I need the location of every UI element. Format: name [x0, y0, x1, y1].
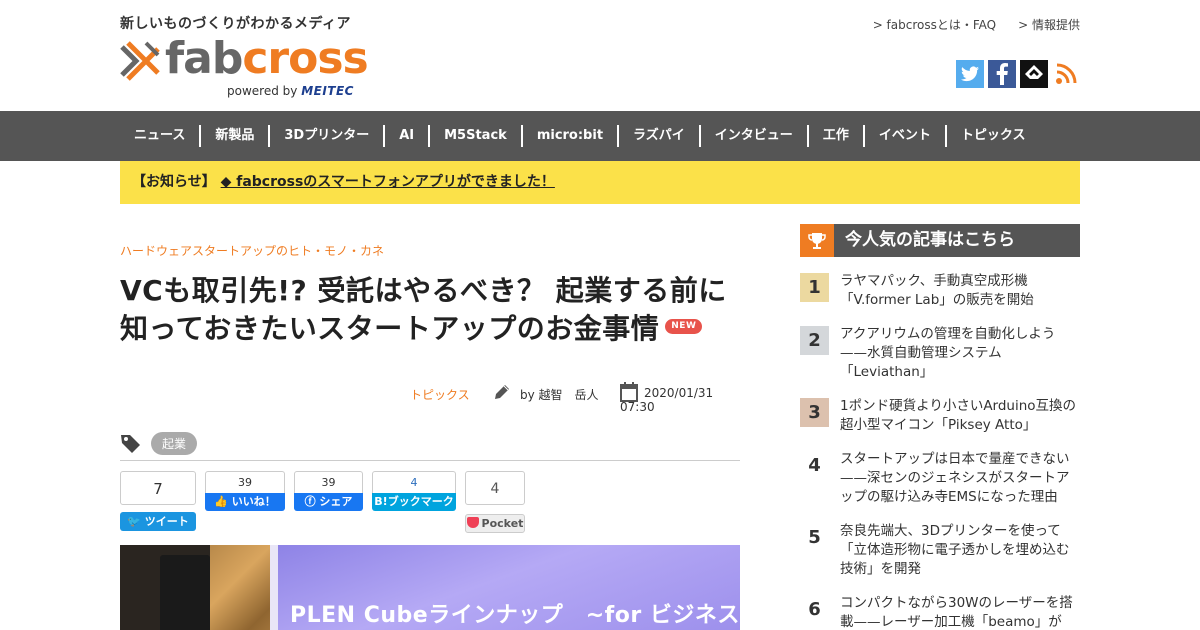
nav-item-ai[interactable]: AI [383, 125, 428, 147]
social-links [956, 60, 1080, 88]
facebook-like[interactable]: 39 👍 いいね！ [205, 471, 285, 511]
notice-prefix: 【お知らせ】 [132, 174, 216, 190]
logo-wordmark: fabcross [165, 33, 369, 84]
facebook-share[interactable]: 39 ⓕ シェア [294, 471, 363, 511]
article-date: 2020/01/31 07:30 [620, 382, 740, 414]
like-count: 39 [205, 471, 285, 493]
new-badge: NEW [665, 318, 703, 334]
top-links: > fabcrossとは・FAQ > 情報提供 [873, 16, 1080, 33]
like-button[interactable]: 👍 いいね！ [205, 493, 285, 511]
nav-item-3d-printer[interactable]: 3Dプリンター [268, 125, 383, 147]
nav-item-m5stack[interactable]: M5Stack [428, 125, 521, 147]
logo-cross-icon [120, 41, 160, 81]
ranking-title[interactable]: アクアリウムの管理を自動化しよう——水質自動管理システム「Leviathan」 [840, 325, 1080, 382]
rank-number: 5 [808, 527, 821, 548]
tweet-count: 7 [120, 471, 196, 505]
tag-pill[interactable]: 起業 [151, 432, 198, 455]
rank-number: 1 [800, 273, 829, 302]
nav-item-news[interactable]: ニュース [120, 125, 199, 147]
site-tagline: 新しいものづくりがわかるメディア [120, 16, 352, 32]
fb-share-button[interactable]: ⓕ シェア [294, 493, 363, 511]
share-buttons: 7 🐦 ツイート 39 👍 いいね！ 39 ⓕ シェア 4 B!ブックマーク 4… [120, 471, 740, 535]
pocket-button[interactable]: Pocket [465, 514, 525, 533]
hatena-count: 4 [372, 471, 456, 493]
pocket-icon [466, 517, 479, 528]
tweet-button[interactable]: 🐦 ツイート [120, 512, 196, 531]
notice-app-link[interactable]: ◆ fabcrossのスマートフォンアプリができました！ [221, 174, 555, 190]
notice-bar: 【お知らせ】 ◆ fabcrossのスマートフォンアプリができました！ [120, 161, 1080, 204]
article-title: VCも取引先!? 受託はやるべき？ 起業する前に 知っておきたいスタートアップの… [120, 274, 727, 345]
site-logo[interactable]: fabcross powered by MEITEC [120, 34, 370, 100]
trophy-icon [800, 224, 834, 257]
site-header: 新しいものづくりがわかるメディア fabcross powered by MEI… [0, 0, 1200, 110]
link-about-faq[interactable]: > fabcrossとは・FAQ [873, 16, 996, 33]
nav-item-event[interactable]: イベント [862, 125, 945, 147]
main-nav: ニュース 新製品 3Dプリンター AI M5Stack micro:bit ラズ… [0, 111, 1200, 161]
ranking-title[interactable]: 奈良先端大、3Dプリンターを使って「立体造形物に電子透かしを埋め込む技術」を開発 [840, 522, 1080, 579]
fb-share-count: 39 [294, 471, 363, 493]
article-meta: トピックス by 越智 岳人 2020/01/31 07:30 [120, 382, 740, 414]
rank-number: 2 [800, 326, 829, 355]
nav-item-craft[interactable]: 工作 [806, 125, 863, 147]
nav-item-interview[interactable]: インタビュー [698, 125, 807, 147]
link-submit-info[interactable]: > 情報提供 [1018, 16, 1080, 33]
article-author: by 越智 岳人 [494, 385, 599, 403]
article-tags: 起業 [120, 431, 740, 461]
hatena-bookmark[interactable]: 4 B!ブックマーク [372, 471, 456, 511]
ranking-title[interactable]: コンパクトながら30Wのレーザーを搭載——レーザー加工機「beamo」が [840, 594, 1080, 630]
tweet-share[interactable]: 7 🐦 ツイート [120, 471, 196, 531]
ranking-title[interactable]: 1ポンド硬貨より小さいArduino互換の超小型マイコン「Piksey Atto… [840, 397, 1080, 435]
twitter-icon[interactable] [956, 60, 984, 88]
pen-icon [495, 385, 509, 399]
pocket-count: 4 [465, 471, 525, 505]
rss-icon[interactable] [1052, 60, 1080, 88]
ranking-title[interactable]: ラヤマパック、手動真空成形機「V.former Lab」の販売を開始 [840, 272, 1080, 310]
popular-articles-heading: 今人気の記事はこちら [800, 224, 1080, 257]
display-screen-text: PLEN Cubeラインナップ ~for ビジネス~ [290, 603, 740, 628]
feedly-icon[interactable] [1020, 60, 1048, 88]
tag-icon [121, 435, 140, 453]
article-hero-image: PLEN Cubeラインナップ ~for ビジネス~ [120, 545, 740, 630]
hatena-button[interactable]: B!ブックマーク [372, 493, 456, 511]
nav-item-microbit[interactable]: micro:bit [520, 125, 617, 147]
pocket-save[interactable]: 4 Pocket [465, 471, 525, 533]
article-series[interactable]: ハードウェアスタートアップのヒト・モノ・カネ [120, 242, 384, 259]
nav-item-new-products[interactable]: 新製品 [199, 125, 268, 147]
nav-item-topics[interactable]: トピックス [944, 125, 1040, 147]
nav-item-raspberry-pi[interactable]: ラズパイ [617, 125, 699, 147]
rank-number: 3 [800, 398, 829, 427]
rank-number: 4 [808, 455, 821, 476]
facebook-icon[interactable] [988, 60, 1016, 88]
logo-powered-by: powered by MEITEC [227, 84, 354, 98]
article-category-link[interactable]: トピックス [410, 386, 470, 403]
calendar-icon [620, 382, 638, 402]
rank-number: 6 [808, 599, 821, 620]
speaker-shape [160, 555, 210, 630]
ranking-title[interactable]: スタートアップは日本で量産できない——深センのジェネシスがスタートアップの駆け込… [840, 450, 1080, 507]
